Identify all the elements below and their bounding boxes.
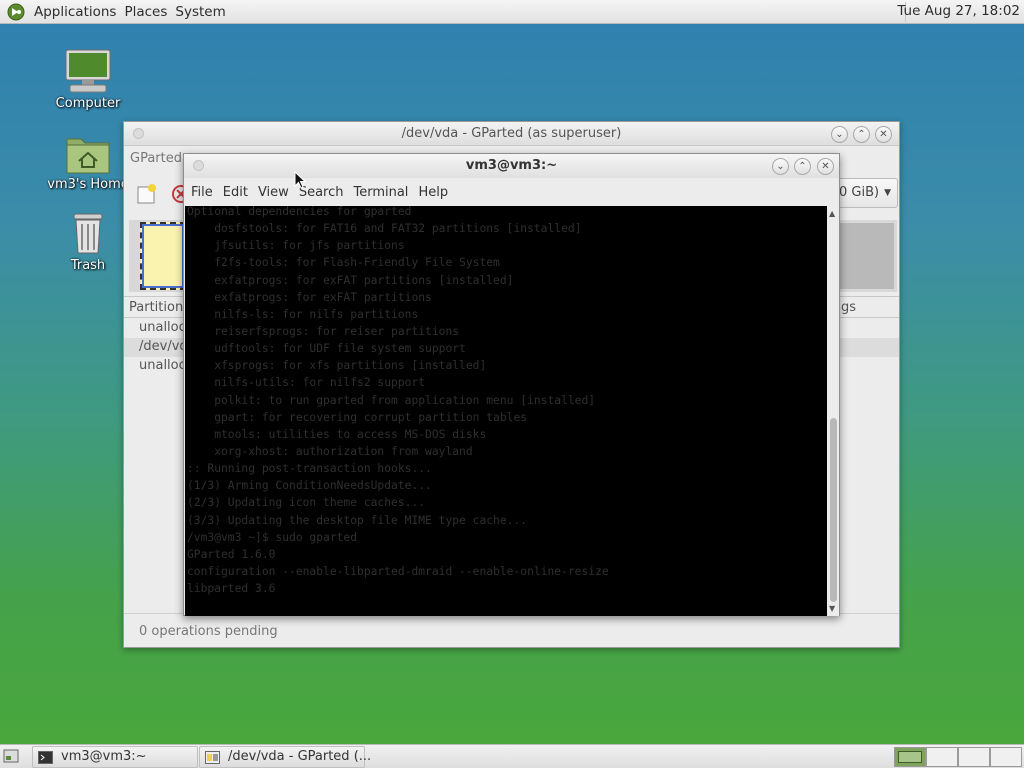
terminal-line: configuration --enable-libparted-dmraid …	[187, 564, 609, 578]
trash-icon	[43, 210, 133, 256]
terminal-line: (2/3) Updating icon theme caches...	[187, 496, 426, 510]
gparted-title: /dev/vda - GParted (as superuser)	[401, 126, 622, 141]
terminal-line: Optional dependencies for gparted	[187, 206, 412, 218]
terminal-scrollbar[interactable]: ▲ ▼	[827, 206, 839, 616]
device-selector[interactable]: 0 GiB) ▼	[836, 178, 898, 208]
gparted-titlebar[interactable]: /dev/vda - GParted (as superuser) ⌄ ⌃ ✕	[124, 122, 899, 146]
menu-file[interactable]: File	[186, 185, 218, 200]
taskbar-item-label: vm3@vm3:~	[61, 749, 147, 764]
desktop-icon-home[interactable]: vm3's Home	[43, 129, 133, 192]
terminal-line: dosfstools: for FAT16 and FAT32 partitio…	[187, 222, 582, 236]
terminal-line: exfatprogs: for exFAT partitions [instal…	[187, 273, 514, 287]
terminal-line: mtools: utilities to access MS-DOS disks	[187, 427, 487, 441]
workspace-4[interactable]	[990, 747, 1022, 767]
mate-logo-icon[interactable]	[6, 2, 26, 22]
new-partition-icon[interactable]	[135, 183, 157, 205]
terminal-line: udftools: for UDF file system support	[187, 342, 466, 356]
terminal-lines: Optional dependencies for gparted dosfst…	[187, 206, 609, 597]
terminal-line: :: Running post-transaction hooks...	[187, 462, 432, 476]
maximize-icon[interactable]: ⌃	[794, 158, 811, 175]
gparted-icon	[205, 751, 220, 764]
terminal-line: nilfs-ls: for nilfs partitions	[187, 307, 419, 321]
partition-name: /dev/vd	[139, 339, 188, 354]
places-menu[interactable]: Places	[120, 4, 171, 20]
workspace-3[interactable]	[958, 747, 990, 767]
menu-edit[interactable]: Edit	[218, 185, 253, 200]
menu-terminal[interactable]: Terminal	[348, 185, 413, 200]
desktop-icon-trash[interactable]: Trash	[43, 210, 133, 273]
terminal-output[interactable]: Optional dependencies for gparted dosfst…	[185, 206, 827, 616]
column-partition[interactable]: Partition	[129, 300, 183, 315]
terminal-line: f2fs-tools: for Flash-Friendly File Syst…	[187, 256, 500, 270]
terminal-line: libparted 3.6	[187, 582, 276, 596]
terminal-line: polkit: to run gparted from application …	[187, 393, 596, 407]
taskbar-item-terminal[interactable]: vm3@vm3:~	[32, 746, 198, 768]
gparted-statusbar: 0 operations pending	[124, 613, 899, 647]
close-icon[interactable]: ✕	[817, 158, 834, 175]
menu-help[interactable]: Help	[413, 185, 453, 200]
terminal-line: xfsprogs: for xfs partitions [installed]	[187, 359, 487, 373]
desktop-icon-label: vm3's Home	[47, 177, 129, 192]
gparted-menubar-label[interactable]: GParted	[130, 151, 182, 166]
top-panel: Applications Places System Tue Aug 27, 1…	[0, 0, 1024, 24]
close-icon[interactable]: ✕	[875, 126, 892, 143]
desktop-icon-label: Trash	[70, 258, 106, 273]
scroll-up-icon[interactable]: ▲	[829, 209, 835, 218]
minimize-icon[interactable]: ⌄	[772, 158, 789, 175]
terminal-line: (3/3) Updating the desktop file MIME typ…	[187, 513, 528, 527]
terminal-title: vm3@vm3:~	[465, 158, 558, 173]
operations-pending: 0 operations pending	[139, 624, 278, 639]
system-menu[interactable]: System	[171, 4, 229, 20]
terminal-line: jfsutils: for jfs partitions	[187, 239, 405, 253]
desktop-icon-computer[interactable]: Computer	[43, 48, 133, 111]
terminal-line: (1/3) Arming ConditionNeedsUpdate...	[187, 479, 432, 493]
applications-menu[interactable]: Applications	[30, 4, 120, 20]
terminal-line: nilfs-utils: for nilfs2 support	[187, 376, 426, 390]
minimize-icon[interactable]: ⌄	[831, 126, 848, 143]
workspace-2[interactable]	[926, 747, 958, 767]
terminal-titlebar[interactable]: vm3@vm3:~ ⌄ ⌃ ✕	[184, 154, 839, 178]
desktop-icon-label: Computer	[55, 96, 121, 111]
terminal-line: reiserfsprogs: for reiser partitions	[187, 324, 460, 338]
menu-view[interactable]: View	[253, 185, 294, 200]
clock[interactable]: Tue Aug 27, 18:02	[897, 3, 1020, 19]
partition-graph-selected[interactable]	[140, 222, 186, 290]
terminal-line: exfatprogs: for exFAT partitions	[187, 290, 432, 304]
terminal-menubar: File Edit View Search Terminal Help	[184, 178, 839, 206]
chevron-down-icon: ▼	[884, 188, 891, 198]
workspace-1[interactable]	[894, 747, 926, 767]
terminal-icon	[38, 751, 53, 764]
maximize-icon[interactable]: ⌃	[853, 126, 870, 143]
taskbar-item-gparted[interactable]: /dev/vda - GParted (...	[199, 746, 371, 768]
computer-icon	[43, 48, 133, 94]
terminal-line: gpart: for recovering corrupt partition …	[187, 410, 528, 424]
terminal-line: /vm3@vm3 ~]$ sudo gparted	[187, 530, 358, 544]
bottom-panel: vm3@vm3:~ /dev/vda - GParted (...	[0, 744, 1024, 768]
terminal-line: xorg-xhost: authorization from wayland	[187, 444, 473, 458]
device-size-label: 0 GiB)	[839, 185, 880, 200]
scroll-down-icon[interactable]: ▼	[829, 604, 835, 613]
show-desktop-icon[interactable]	[3, 749, 19, 763]
home-folder-icon	[43, 129, 133, 175]
mouse-pointer-icon	[294, 170, 307, 189]
scrollbar-thumb[interactable]	[830, 418, 837, 602]
taskbar-item-label: /dev/vda - GParted (...	[228, 749, 372, 764]
terminal-window[interactable]: vm3@vm3:~ ⌄ ⌃ ✕ File Edit View Search Te…	[183, 153, 840, 616]
partition-graph-unallocated[interactable]	[836, 223, 894, 289]
terminal-line: GParted 1.6.0	[187, 547, 276, 561]
